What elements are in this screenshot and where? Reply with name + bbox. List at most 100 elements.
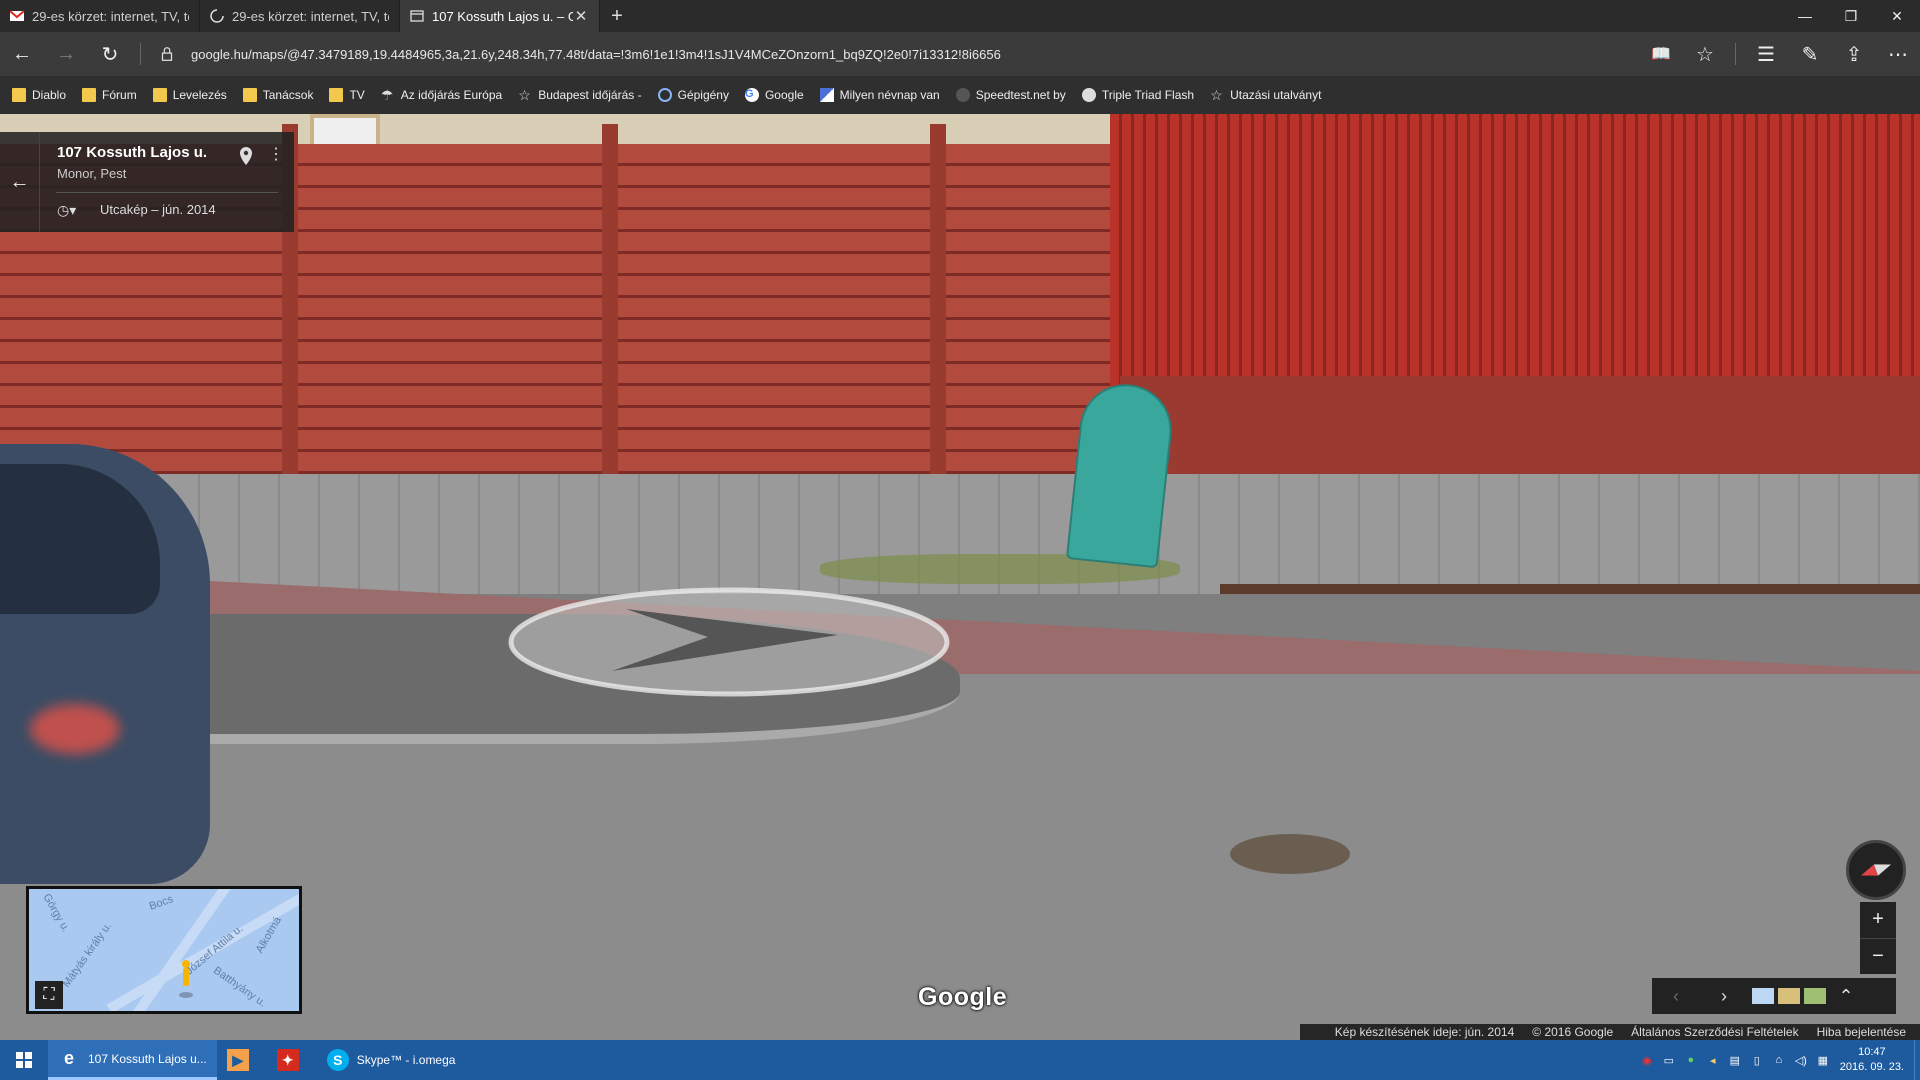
share-icon[interactable]: ⇪ [1832,32,1876,76]
divider [56,192,278,193]
fav-label: Gépigény [677,88,729,102]
fav-label: Triple Triad Flash [1101,88,1195,102]
gmail-icon [10,10,24,21]
fav-tv[interactable]: TV [329,88,365,102]
google-logo: Google [918,983,1008,1011]
fav-forum[interactable]: Fórum [82,88,137,102]
show-desktop-button[interactable] [1914,1040,1920,1080]
windows-start-icon[interactable] [0,1040,48,1080]
app-tray-icon[interactable]: ● [1680,1040,1702,1080]
map-footer: Kép készítésének ideje: jún. 2014 © 2016… [1300,1024,1920,1040]
weather-icon: ☂ [380,87,394,103]
tab-2[interactable]: 29-es körzet: internet, TV, te [200,0,400,32]
compass-icon[interactable] [1846,840,1906,900]
zoom-in-button[interactable]: + [1860,902,1896,939]
volume-icon[interactable]: ◁) [1790,1040,1812,1080]
map-label: Bocs [147,893,175,913]
fav-google[interactable]: G Google [744,88,804,102]
terrain-thumbnail[interactable] [1804,988,1826,1004]
close-tab-icon[interactable]: ✕ [573,7,589,25]
fav-budapest-idojaras[interactable]: ☆ Budapest időjárás - [518,88,641,102]
tab-1-title: 29-es körzet: internet, TV, te [32,8,189,24]
chevron-right-icon[interactable]: › [1700,978,1748,1014]
fence-post [602,124,618,504]
reading-view-icon[interactable]: 📖 [1639,32,1683,76]
antivirus-icon[interactable]: ◉ [1636,1040,1658,1080]
map-thumbnail[interactable] [1752,988,1774,1004]
triad-icon [1081,88,1096,102]
fav-utazasi[interactable]: ☆ Utazási utalványt [1210,88,1321,102]
fav-gepigeny[interactable]: Gépigény [657,88,729,102]
terms-link[interactable]: Általános Szerződési Feltételek [1631,1025,1798,1039]
star-icon: ☆ [1210,87,1223,103]
flag-icon [819,88,834,102]
address-city: Monor, Pest [57,166,127,181]
fav-label: Milyen névnap van [839,88,940,102]
chevron-left-icon[interactable]: ‹ [1652,978,1700,1014]
chevron-up-icon[interactable]: ⌃ [1826,978,1866,1014]
taskbar-edge[interactable]: e 107 Kossuth Lajos u... [48,1040,217,1080]
taskbar: e 107 Kossuth Lajos u... ▶ ✦ S Skype™ - … [0,1040,1920,1080]
mini-map[interactable]: Görgy u. Mátyás király u. Bocs József At… [26,886,302,1014]
battery-icon[interactable]: ▭ [1658,1040,1680,1080]
report-problem-link[interactable]: Hiba bejelentése [1817,1025,1906,1039]
tab-1[interactable]: 29-es körzet: internet, TV, te [0,0,200,32]
web-note-icon[interactable]: ✎ [1788,32,1832,76]
fav-nevnap[interactable]: Milyen névnap van [819,88,940,102]
taskbar-media-player[interactable]: ▶ [217,1040,267,1080]
pegman-icon[interactable] [179,959,193,999]
media-player-icon: ▶ [226,1049,249,1071]
capture-date-footer: Kép készítésének ideje: jún. 2014 [1334,1025,1515,1039]
divider [1735,43,1736,65]
toolbar-right: 📖 ☆ ☰ ✎ ⇪ ⋯ [1639,32,1920,76]
google-icon: G [744,88,759,102]
back-arrow-icon[interactable]: ← [0,132,40,232]
address-title: 107 Kossuth Lajos u. [57,144,208,161]
display-icon[interactable]: ▤ [1724,1040,1746,1080]
fav-diablo[interactable]: Diablo [12,88,66,102]
fav-idojaras-europa[interactable]: ☂ Az időjárás Európa [381,88,502,102]
tab-bar: 29-es körzet: internet, TV, te 29-es kör… [0,0,1920,32]
map-label: Batthyány u. [211,964,269,1010]
fav-speedtest[interactable]: Speedtest.net by [955,88,1066,102]
address-bar[interactable]: google.hu/maps/@47.3479189,19.4484965,3a… [149,32,1639,76]
notification-icon[interactable]: ▦ [1812,1040,1834,1080]
fav-tanacsok[interactable]: Tanácsok [242,88,313,102]
tab-3[interactable]: 107 Kossuth Lajos u. – G ✕ [400,0,600,32]
map-label: Mátyás király u. [60,920,115,990]
restore-icon[interactable]: ❐ [1828,0,1874,32]
skype-icon: S [326,1049,349,1071]
refresh-icon[interactable]: ↻ [88,32,132,76]
expand-map-icon[interactable]: ⛶ [35,981,63,1009]
zoom-out-button[interactable]: − [1860,939,1896,975]
more-options-icon[interactable]: ⋮ [268,144,284,164]
usb-icon[interactable]: ▯ [1746,1040,1768,1080]
favorite-star-icon[interactable]: ☆ [1683,32,1727,76]
navigation-bar: ← → ↻ google.hu/maps/@47.3479189,19.4484… [0,32,1920,76]
fav-triple-triad[interactable]: Triple Triad Flash [1081,88,1195,102]
taskbar-app-label: 107 Kossuth Lajos u... [88,1051,207,1066]
network-icon[interactable]: ⌂ [1768,1040,1790,1080]
minimize-icon[interactable]: — [1782,0,1828,32]
fav-levelezes[interactable]: Levelezés [152,88,227,102]
more-icon[interactable]: ⋯ [1876,32,1920,76]
navigation-arrow-icon[interactable] [508,587,950,697]
close-window-icon[interactable]: ✕ [1874,0,1920,32]
photo-filmstrip: ‹ › ⌃ [1652,978,1896,1014]
folder-icon [242,88,257,102]
speaker-alert-icon[interactable]: ◂ [1702,1040,1724,1080]
time-travel-icon[interactable]: ◷▾ [57,202,76,219]
back-icon[interactable]: ← [0,32,44,76]
hub-icon[interactable]: ☰ [1744,32,1788,76]
folder-icon [82,88,97,102]
canada-flag-icon: ✦ [276,1049,299,1071]
taskbar-skype[interactable]: S Skype™ - i.omega [317,1040,466,1080]
fav-label: Az időjárás Európa [400,88,503,102]
clock[interactable]: 10:47 2016. 09. 23. [1840,1045,1904,1075]
clock-date: 2016. 09. 23. [1839,1061,1904,1073]
taskbar-canada[interactable]: ✦ [267,1040,317,1080]
new-tab-button[interactable]: + [600,0,634,32]
location-pin-icon[interactable] [238,146,254,166]
satellite-thumbnail[interactable] [1778,988,1800,1004]
forward-icon[interactable]: → [44,32,88,76]
